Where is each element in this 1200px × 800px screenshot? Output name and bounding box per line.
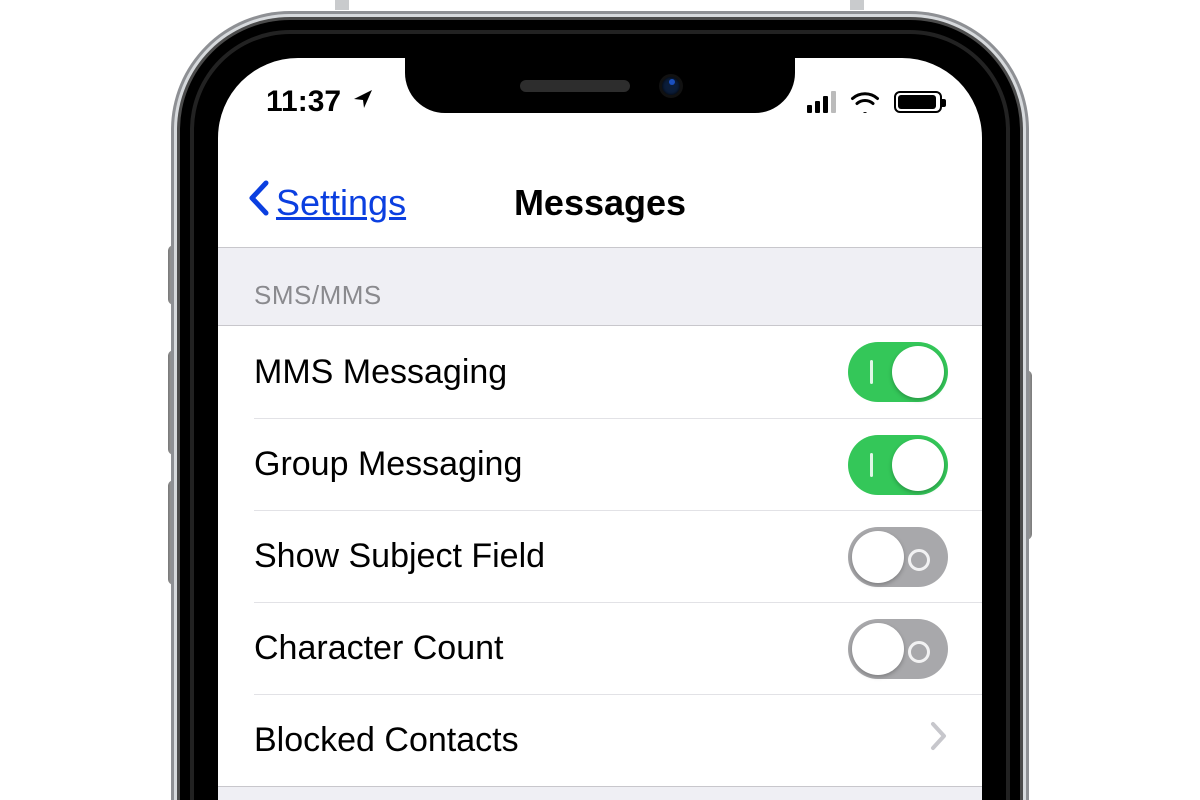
battery-icon: [894, 91, 942, 113]
chevron-right-icon: [930, 721, 948, 760]
section-header-label: SMS/MMS: [254, 280, 382, 311]
location-icon: [351, 85, 375, 119]
wifi-icon: [850, 91, 880, 113]
back-label: Settings: [276, 182, 406, 224]
cellular-icon: [807, 91, 836, 113]
settings-list: MMS Messaging Group Messaging Show Subje…: [218, 326, 982, 800]
row-character-count[interactable]: Character Count: [254, 602, 982, 694]
back-button[interactable]: Settings: [218, 179, 406, 226]
row-mms-messaging[interactable]: MMS Messaging: [218, 326, 982, 418]
phone-bezel: 11:37: [190, 30, 1010, 800]
antenna-band: [335, 0, 349, 10]
toggle-group-messaging[interactable]: [848, 435, 948, 495]
row-label: Group Messaging: [254, 445, 848, 484]
antenna-band: [850, 0, 864, 10]
row-label: Blocked Contacts: [254, 721, 930, 760]
section-footer: [218, 786, 982, 800]
section-header: SMS/MMS: [218, 248, 982, 326]
side-button: [1018, 370, 1032, 540]
row-blocked-contacts[interactable]: Blocked Contacts: [254, 694, 982, 786]
status-right: [807, 91, 942, 113]
toggle-character-count[interactable]: [848, 619, 948, 679]
toggle-mms-messaging[interactable]: [848, 342, 948, 402]
chevron-left-icon: [246, 179, 272, 226]
toggle-show-subject-field[interactable]: [848, 527, 948, 587]
row-group-messaging[interactable]: Group Messaging: [254, 418, 982, 510]
viewport: 11:37: [0, 0, 1200, 800]
phone-frame: 11:37: [180, 20, 1020, 800]
row-label: Character Count: [254, 629, 848, 668]
status-left: 11:37: [266, 85, 375, 119]
clock: 11:37: [266, 85, 341, 119]
navigation-bar: Settings Messages: [218, 158, 982, 248]
status-bar: 11:37: [218, 58, 982, 128]
row-show-subject-field[interactable]: Show Subject Field: [254, 510, 982, 602]
row-label: MMS Messaging: [254, 353, 848, 392]
screen: 11:37: [218, 58, 982, 800]
row-label: Show Subject Field: [254, 537, 848, 576]
